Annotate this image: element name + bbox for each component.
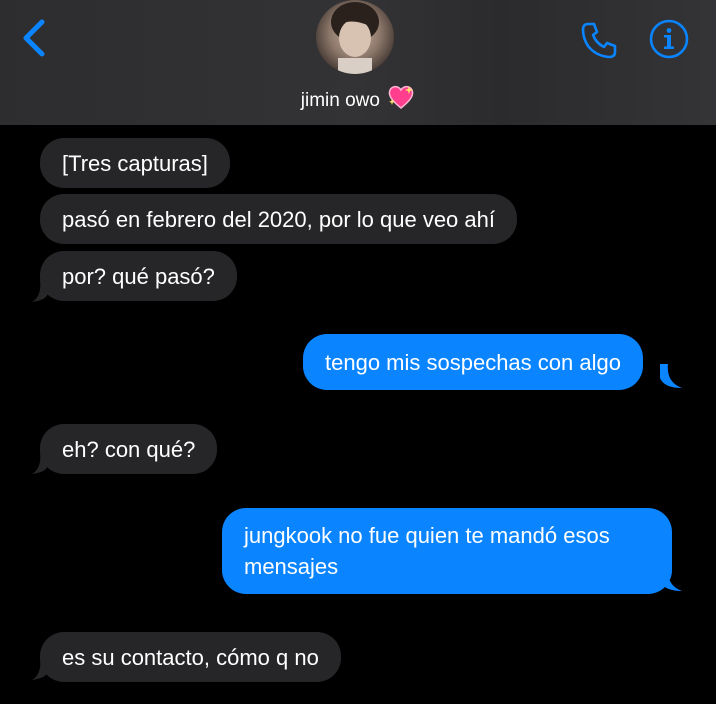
bubble-tail (32, 280, 48, 302)
bubble-tail (32, 452, 48, 474)
sparkling-heart-icon (387, 84, 415, 118)
contact-avatar[interactable] (316, 0, 394, 74)
phone-icon (581, 22, 617, 59)
bubble-tail (660, 364, 682, 388)
avatar-photo (331, 2, 379, 74)
contact-name-row[interactable]: jimin owo (0, 84, 716, 118)
back-button[interactable] (18, 16, 52, 60)
message-bubble-outgoing[interactable]: jungkook no fue quien te mandó esos mens… (222, 508, 672, 594)
info-icon (649, 19, 689, 59)
message-text-line: mensajes (244, 554, 339, 579)
message-bubble-incoming[interactable]: es su contacto, cómo q no (40, 632, 341, 682)
message-text: pasó en febrero del 2020, por lo que veo… (62, 207, 495, 232)
bubble-tail (660, 567, 682, 591)
bubble-tail (32, 658, 48, 680)
message-text: por? qué pasó? (62, 264, 215, 289)
chevron-left-icon (23, 19, 45, 57)
message-text-line: jungkook no fue quien te mandó esos (244, 523, 610, 548)
conversation-header: jimin owo (0, 0, 716, 125)
message-text: [Tres capturas] (62, 151, 208, 176)
info-button[interactable] (648, 18, 690, 60)
message-bubble-incoming[interactable]: pasó en febrero del 2020, por lo que veo… (40, 194, 517, 244)
message-text: tengo mis sospechas con algo (325, 350, 621, 375)
message-text: es su contacto, cómo q no (62, 645, 319, 670)
contact-name: jimin owo (300, 90, 380, 111)
message-bubble-outgoing[interactable]: tengo mis sospechas con algo (303, 334, 643, 390)
message-bubble-incoming[interactable]: por? qué pasó? (40, 251, 237, 301)
message-bubble-incoming[interactable]: eh? con qué? (40, 424, 218, 474)
call-button[interactable] (578, 18, 622, 62)
message-text: eh? con qué? (62, 437, 196, 462)
message-bubble-incoming[interactable]: [Tres capturas] (40, 138, 230, 188)
